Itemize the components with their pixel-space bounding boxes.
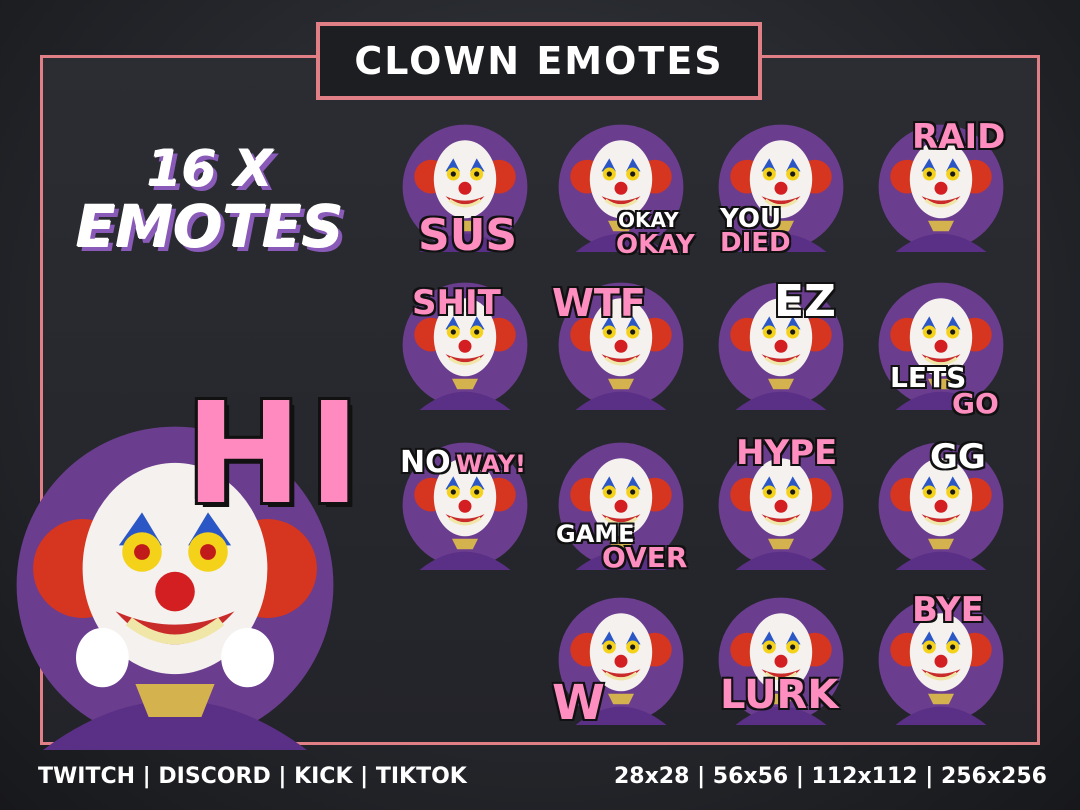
emote-tile: EZ — [716, 280, 846, 410]
emote-label: GO — [952, 387, 999, 420]
emote-tile: BYE — [876, 590, 1006, 725]
emote-label: GG — [930, 437, 986, 477]
emote-label: EZ — [774, 276, 836, 327]
emote-tile: HYPE — [716, 436, 846, 570]
platforms-text: TWITCH | DISCORD | KICK | TIKTOK — [38, 764, 467, 789]
emote-tile: LETS GO — [876, 280, 1006, 418]
page-title: CLOWN EMOTES — [354, 39, 724, 83]
emote-label: HYPE — [736, 433, 838, 473]
emote-tile: YOU DIED — [716, 122, 846, 256]
emote-label: WAY! — [456, 450, 526, 478]
sizes-text: 28x28 | 56x56 | 112x112 | 256x256 — [614, 764, 1047, 789]
emote-label: WTF — [552, 281, 646, 325]
emote-label: DIED — [720, 228, 791, 258]
emote-tile: RAID — [876, 117, 1006, 252]
count-line-1: 16 X — [147, 140, 273, 198]
emote-tile: GAME OVER — [556, 440, 688, 574]
emote-tile: WTF — [552, 280, 686, 410]
emote-tile: OKAY OKAY — [556, 122, 695, 258]
emote-tile: GG — [876, 440, 1006, 570]
emote-label: OKAY — [618, 208, 679, 232]
emote-label: OVER — [602, 541, 688, 574]
count-line-2: EMOTES — [76, 193, 344, 261]
emote-label: W — [552, 675, 605, 731]
emote-label: OKAY — [616, 230, 695, 260]
emote-count: 16 X EMOTES — [70, 140, 350, 256]
emote-tile: NO WAY! — [400, 440, 530, 570]
emote-label: NO — [400, 445, 451, 480]
title-banner: CLOWN EMOTES — [316, 22, 762, 100]
emote-label: BYE — [912, 590, 984, 630]
emote-tile: SHIT — [400, 280, 530, 410]
featured-label: HI — [185, 373, 367, 536]
emote-label: RAID — [912, 117, 1006, 157]
emote-label: SHIT — [412, 283, 501, 323]
emote-label: LURK — [720, 672, 839, 718]
emote-label: SUS — [418, 210, 518, 261]
emote-tile: SUS — [400, 122, 530, 258]
emote-tile: LURK — [716, 595, 846, 725]
emote-tile: W — [552, 595, 686, 727]
